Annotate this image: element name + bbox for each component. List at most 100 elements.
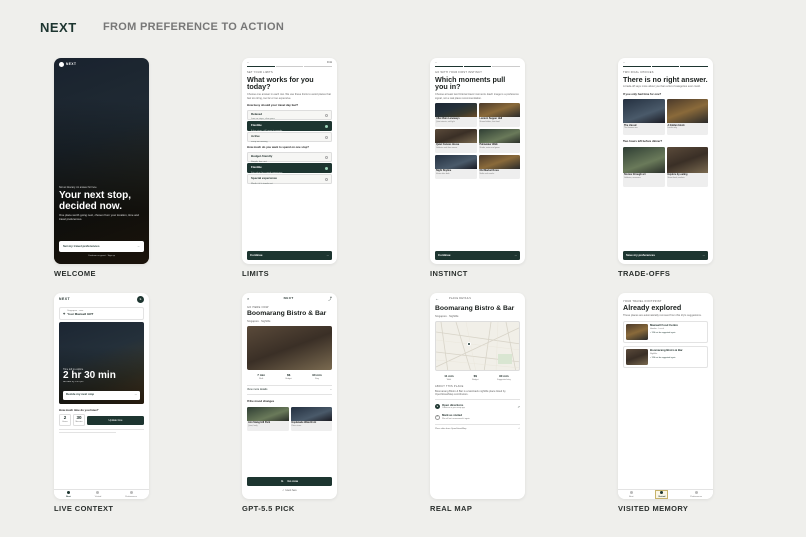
nav-next[interactable]: Next	[629, 490, 633, 499]
pick-logo: NEXT	[283, 295, 294, 300]
location-card[interactable]: ⌖ Singapore · now Your Maxwell GRT	[59, 307, 144, 320]
choice-card[interactable]: A hidden block Locals only	[666, 99, 708, 136]
stat-budget: $$ Budget	[472, 373, 479, 381]
stat-stay: 90 min Suggested stay	[496, 373, 511, 381]
choice-card[interactable]: Explore by eating Street food, markets	[666, 146, 708, 187]
stat-stay: 90 min Stay	[312, 373, 322, 381]
radio-icon	[325, 124, 328, 128]
radio-icon	[325, 167, 328, 171]
update-time-button[interactable]: Update time	[87, 415, 144, 425]
radio-icon	[325, 178, 328, 182]
caption-instinct: INSTINCT	[430, 269, 468, 278]
moment-card[interactable]: Lantern Supper Hall Shared tables, late f…	[478, 102, 520, 127]
share-icon[interactable]: ⤴	[328, 296, 332, 301]
nav-visited[interactable]: Visited	[95, 490, 101, 499]
nav-next[interactable]: Next	[66, 490, 71, 499]
map-sub: Singapore · Nightlife	[435, 314, 459, 318]
limits-sub: Choose one answer in each row. We use th…	[247, 93, 331, 100]
back-icon[interactable]: ←	[247, 61, 250, 64]
moment-card[interactable]: Palmwater Walk Shade, water and green	[478, 128, 520, 153]
radio-icon	[325, 113, 328, 117]
stat-walk: 11 min Walk	[444, 373, 454, 381]
phone-limits: ← 9:41 Set your limits What works for you…	[242, 58, 337, 264]
choice-card[interactable]: Stories through art Galleries, museums	[623, 146, 665, 187]
option-active[interactable]: Active Keep me moving	[247, 132, 332, 143]
back-icon[interactable]: ←	[435, 61, 438, 64]
bottom-nav: Next Visited Preferences	[54, 489, 149, 499]
arrow-right-icon: →	[514, 252, 517, 257]
map-title: Boomarang Bistro & Bar	[435, 305, 515, 313]
moment-card[interactable]: Old Market Rows Stalls and snacks	[478, 154, 520, 179]
option-special[interactable]: Special experience Worth it if it stands …	[247, 174, 332, 185]
moment-card[interactable]: Quiet Canvas House Galleries and slow roo…	[435, 128, 477, 153]
caption-visited: VISITED MEMORY	[618, 504, 689, 513]
arrow-right-icon: →	[134, 392, 137, 397]
external-link-icon: ↗	[517, 404, 520, 409]
minutes-input[interactable]: 30 Minutes	[73, 414, 85, 427]
instinct-sub: Choose at least two fictional travel mom…	[435, 93, 519, 100]
nav-preferences[interactable]: Preferences	[690, 490, 702, 499]
went-here-link[interactable]: ✓ I went here	[242, 489, 337, 492]
map-eyebrow: Place details	[449, 297, 472, 301]
visited-title: Already explored	[623, 303, 682, 313]
welcome-sub: One place worth going next, chosen from …	[59, 213, 139, 221]
save-preferences-button[interactable]: Save my preferences →	[623, 251, 708, 260]
visited-item[interactable]: Maxwell Food Centre Hawker · Lunch ✓ Wil…	[623, 321, 708, 344]
welcome-logo: NEXT	[66, 62, 77, 67]
open-directions-row[interactable]: ➤ Open directions Continue in your map ap…	[430, 402, 525, 412]
option-flexible-pace[interactable]: Flexible A few stops, still room to wande…	[247, 120, 332, 132]
back-icon[interactable]: ←	[623, 61, 626, 64]
alt-card[interactable]: Ann Siang Hill Park Quiet, leafy	[247, 406, 289, 431]
external-link-icon: ↗	[518, 427, 520, 430]
nav-visited[interactable]: Visited	[655, 489, 669, 499]
stat-walk: 7 min Walk	[257, 373, 266, 381]
bottom-nav: Next Visited Preferences	[618, 489, 713, 499]
tradeoffs-q1: If you only had time for one?	[623, 91, 662, 96]
option-budget[interactable]: Budget-friendly Simple, low cost	[247, 152, 332, 163]
hours-input[interactable]: 2 Hours	[59, 414, 71, 427]
caption-map: REAL MAP	[430, 504, 473, 513]
navigate-icon: ➤	[280, 478, 284, 483]
visited-item[interactable]: Boomarang Bistro & Bar Nightlife ✓ Will …	[623, 346, 708, 369]
alt-card[interactable]: Esplanade Waterfront River views	[290, 406, 332, 431]
continue-button[interactable]: Continue →	[247, 251, 332, 260]
moment-card[interactable]: Night Skyline Views after dark	[435, 154, 477, 179]
pin-icon: ⌖	[63, 310, 66, 316]
place-photo	[247, 326, 332, 371]
time-question: How much time do you have?	[59, 407, 99, 412]
welcome-foot[interactable]: Continue as guest · Sign up	[54, 255, 149, 258]
live-logo: NEXT	[59, 297, 71, 302]
limits-q1: How busy should your travel day feel?	[247, 102, 299, 107]
welcome-title: Your next stop, decided now.	[59, 190, 132, 212]
osm-source[interactable]: Place data from OpenStreetMap ↗	[430, 427, 525, 432]
option-flexible-spend[interactable]: Flexible Fair value for a good experience	[247, 163, 332, 174]
nav-preferences[interactable]: Preferences	[125, 490, 137, 499]
phone-live: NEXT ➤ ⌖ Singapore · now Your Maxwell GRT…	[54, 293, 149, 499]
compass-icon[interactable]: ➤	[137, 296, 144, 303]
choice-card[interactable]: The classic The famous one	[623, 99, 665, 136]
option-relaxed[interactable]: Relaxed Low on steps, slow pace	[247, 109, 332, 120]
instinct-title: Which moments pull you in?	[435, 74, 506, 92]
caption-tradeoffs: TRADE-OFFS	[618, 269, 671, 278]
go-now-button[interactable]: ➤ Go now	[247, 477, 332, 486]
check-circle-icon: ✓	[435, 414, 440, 420]
arrow-right-icon: →	[137, 243, 140, 248]
phone-tradeoffs: ← Two final choices There is no right an…	[618, 58, 713, 264]
view-details-row[interactable]: View more details ⌄	[242, 387, 337, 392]
caption-live: LIVE CONTEXT	[54, 504, 114, 513]
arrow-right-icon: →	[326, 252, 329, 257]
decide-next-stop-button[interactable]: Decide my next stop →	[63, 390, 140, 400]
back-icon[interactable]: ←	[435, 296, 439, 301]
phone-instinct: ← Go with your first instinct Which mome…	[430, 58, 525, 264]
caption-pick: GPT-5.5 PICK	[242, 504, 295, 513]
close-icon[interactable]: ×	[247, 296, 249, 301]
mark-visited-row[interactable]: ✓ Mark as visited We will not recommend i…	[430, 412, 525, 422]
set-preferences-button[interactable]: Set my travel preferences →	[59, 241, 144, 252]
continue-button[interactable]: Continue →	[435, 251, 520, 260]
hero-image: Time left to explore 2 hr 30 min Be back…	[59, 321, 144, 404]
moment-card[interactable]: After-Rain Laneways Quiet streets, soft l…	[435, 102, 477, 127]
phone-map: ← Place details Boomarang Bistro & Bar S…	[430, 293, 525, 499]
caption-limits: LIMITS	[242, 269, 269, 278]
street-map[interactable]	[435, 320, 520, 371]
pick-sub: Singapore · Nightlife	[247, 319, 271, 323]
